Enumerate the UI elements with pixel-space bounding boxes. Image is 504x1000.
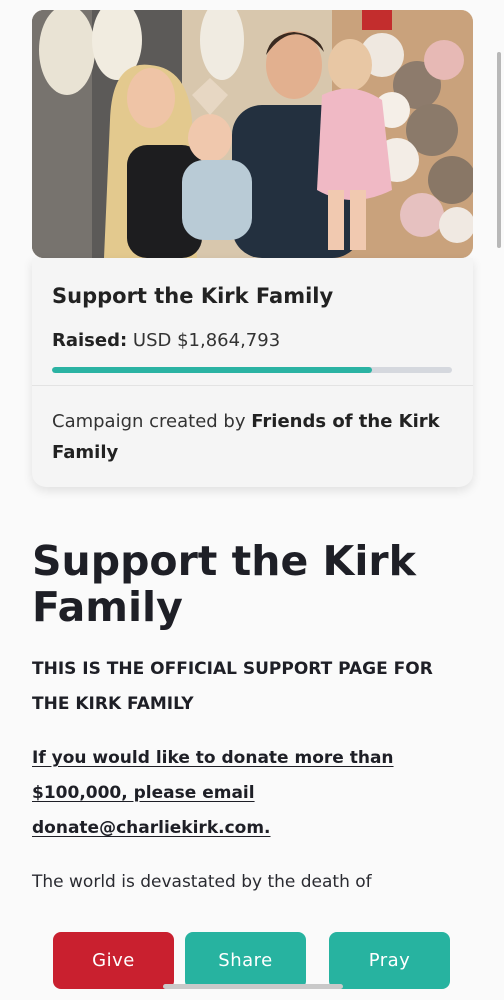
campaign-photo (32, 10, 473, 258)
page-title: Support the Kirk Family (32, 537, 416, 631)
creator-prefix: Campaign created by (52, 411, 246, 432)
campaign-creator: Campaign created by Friends of the Kirk … (52, 406, 452, 468)
home-indicator[interactable] (163, 984, 343, 989)
raised-amount: USD $1,864,793 (132, 330, 281, 351)
pray-button[interactable]: Pray (329, 932, 450, 989)
campaign-summary-card: Support the Kirk Family Raised: USD $1,8… (32, 258, 473, 487)
campaign-story-text: The world is devastated by the death of (32, 872, 372, 892)
give-button[interactable]: Give (53, 932, 174, 989)
fundraising-progress-bar (52, 367, 452, 373)
official-notice: THIS IS THE OFFICIAL SUPPORT PAGE FOR TH… (32, 659, 433, 714)
progress-fill (52, 367, 372, 373)
amount-raised: Raised: USD $1,864,793 (52, 330, 280, 351)
raised-label: Raised: (52, 330, 128, 351)
share-button[interactable]: Share (185, 932, 306, 989)
scrollbar[interactable] (497, 52, 501, 248)
campaign-title: Support the Kirk Family (52, 284, 334, 308)
campaign-page: Support the Kirk Family Raised: USD $1,8… (0, 0, 504, 1000)
large-donation-email-link[interactable]: If you would like to donate more than $1… (32, 741, 452, 846)
card-divider (32, 385, 473, 386)
